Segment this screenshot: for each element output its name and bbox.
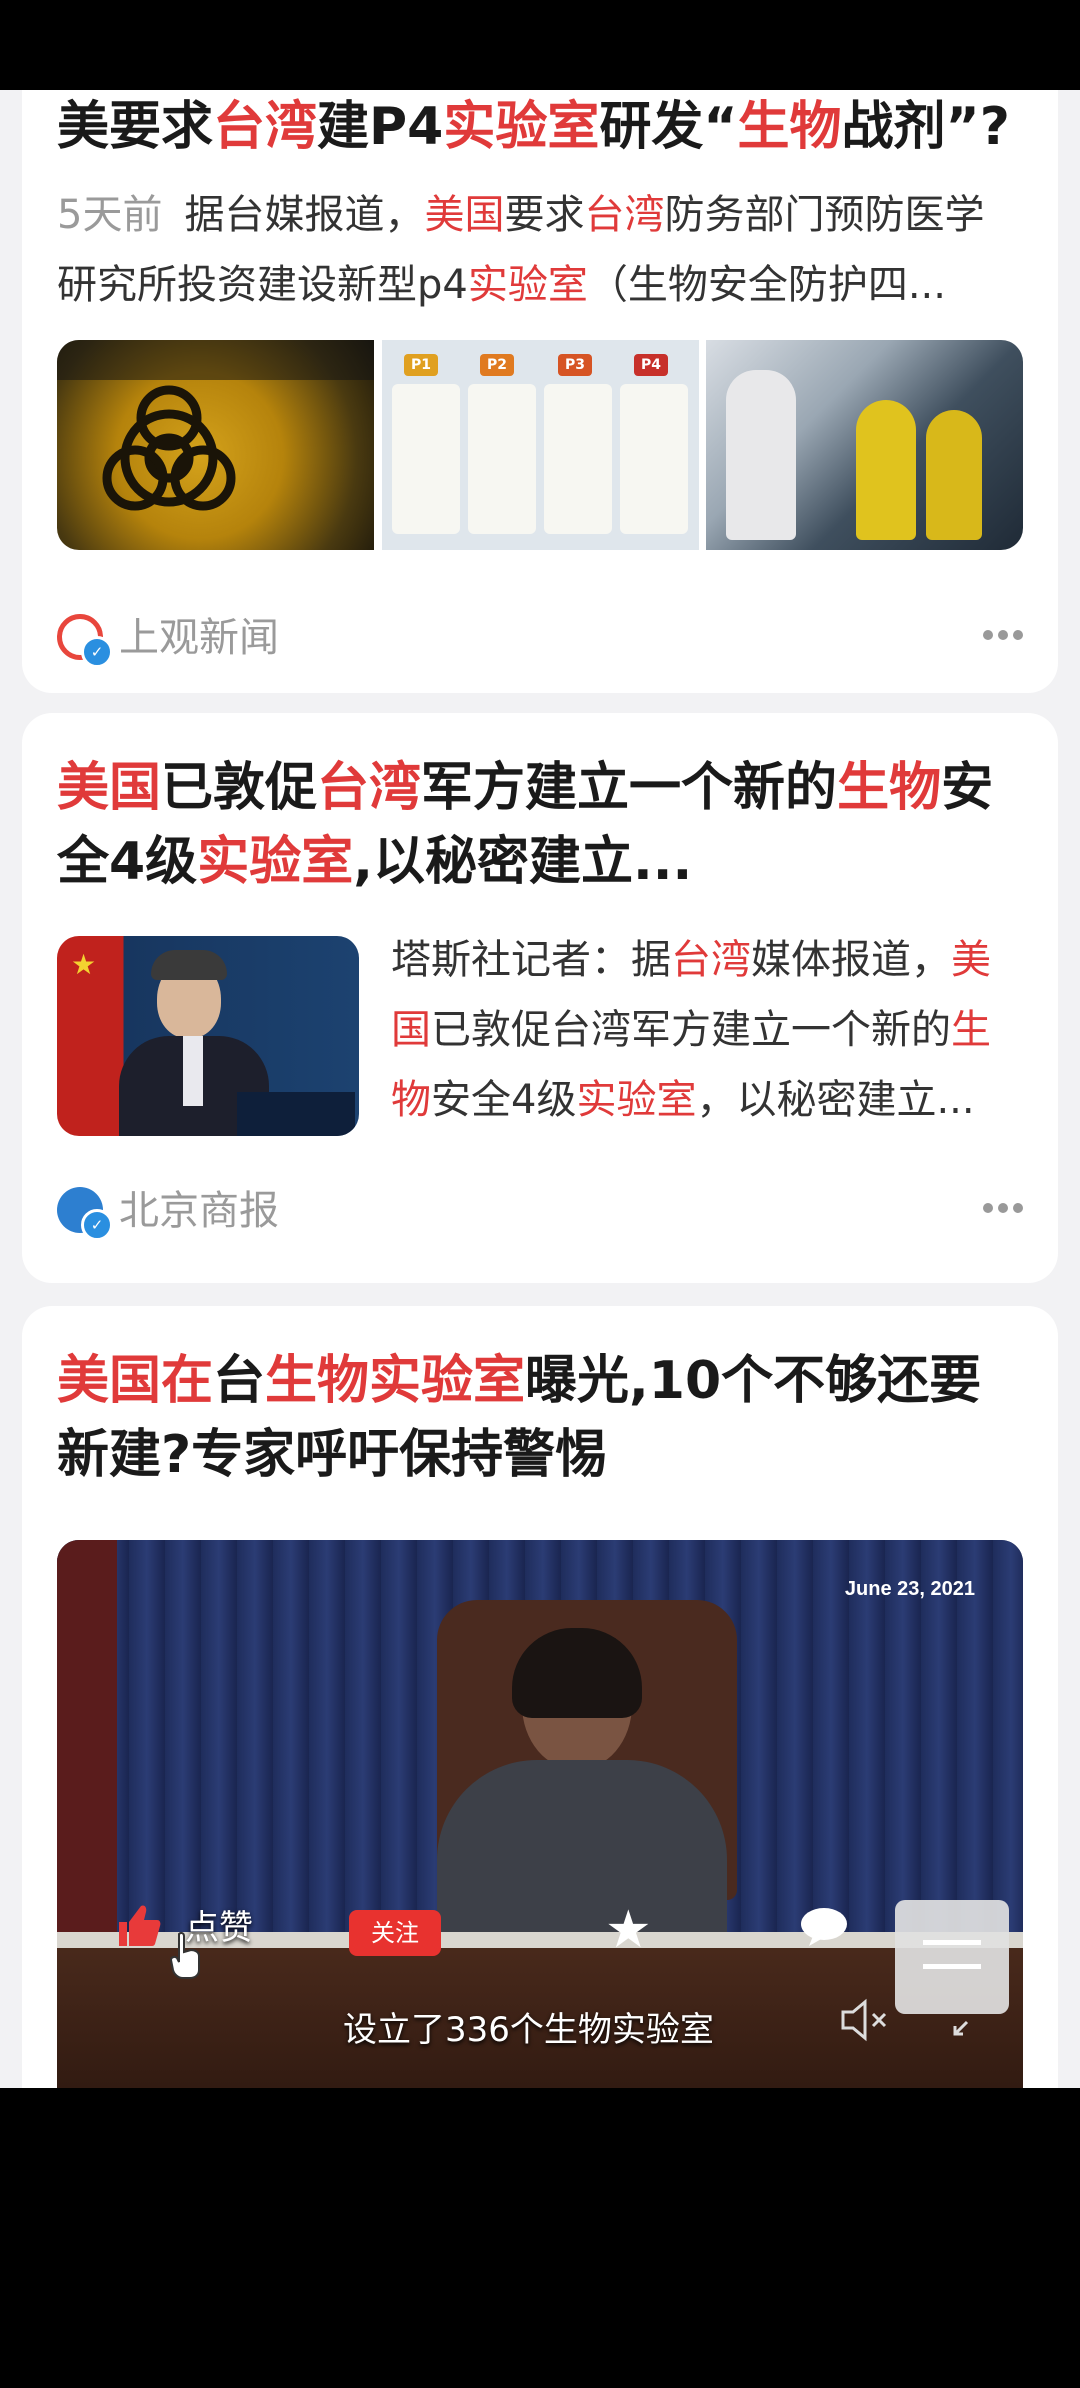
highlight-keyword: 生物实验室 [265,1351,526,1411]
menu-icon [923,1940,981,1945]
text-segment: 军方建立一个新的 [421,758,838,818]
publish-time: 5天前 [57,192,163,238]
follow-button[interactable]: 关注 [349,1910,441,1956]
card-title[interactable]: 美国已敦促台湾军方建立一个新的生物安全4级实验室,以秘密建立... [57,751,1023,899]
biohazard-icon [57,340,374,511]
highlight-keyword: 台湾 [671,937,751,983]
hazmat-workers-photo[interactable] [706,340,1023,550]
text-segment: 据台媒报道， [184,192,425,238]
level-panel [392,384,460,534]
like-icon[interactable] [113,1900,163,1950]
text-segment: ，以秘密建立... [696,1077,975,1123]
highlight-keyword: 生物 [737,97,842,157]
podium [237,1092,355,1136]
pathogen-levels-infographic[interactable]: P1 P2 P3 P4 [382,340,699,550]
text-segment: （生物安全防护四... [587,262,946,308]
video-background [57,1540,117,1960]
more-options-icon[interactable] [983,630,1023,642]
level-p4-label: P4 [634,354,668,376]
person-shirt [183,1036,203,1106]
level-p2-label: P2 [480,354,514,376]
mute-icon[interactable] [839,1998,891,2042]
news-feed[interactable]: 美要求台湾建P4实验室研发“生物战剂”? 5天前 据台媒报道，美国要求台湾防务部门… [0,90,1080,2088]
level-p3-label: P3 [558,354,592,376]
text-segment: 研发“ [599,97,738,157]
biohazard-sign-photo[interactable] [57,340,374,550]
source-name[interactable]: 上观新闻 [119,608,279,668]
text-segment: 战剂”? [841,97,1010,157]
video-player[interactable]: June 23, 2021 点赞 关注 ★ 设立了336个生物实验室 [57,1540,1023,2088]
more-options-icon[interactable] [983,1203,1023,1215]
spokesperson-photo[interactable]: ★ [57,936,359,1136]
snippet-text: 据台媒报道，美国要求台湾防务部门预防医学研究所投资建设新型p4实验室（生物安全防… [57,192,984,308]
news-card-3[interactable]: 美国在台生物实验室曝光,10个不够还要新建?专家呼吁保持警惕 June 23, … [22,1306,1058,2088]
source-row: ✓ 上观新闻 [57,608,1023,668]
hazmat-figure [926,410,982,540]
highlight-keyword: 台湾 [584,192,665,238]
highlight-keyword: 实验室 [197,832,354,892]
hazmat-figure [856,400,916,540]
text-segment: 已敦促 [161,758,318,818]
text-segment: 美要求 [57,97,214,157]
verified-icon: ✓ [81,1209,113,1241]
level-panel [544,384,612,534]
card-snippet: 5天前 据台媒报道，美国要求台湾防务部门预防医学研究所投资建设新型p4实验室（生物… [57,180,1023,320]
text-segment: 已敦促台湾军方建立一个新的 [431,1007,951,1053]
level-panel [468,384,536,534]
text-segment: 媒体报道， [751,937,951,983]
highlight-keyword: 台湾 [317,758,422,818]
video-subtitle: 设立了336个生物实验室 [343,2010,714,2050]
highlight-keyword: 台湾 [213,97,318,157]
highlight-keyword: 生物 [837,758,942,818]
bottom-bar [0,2088,1080,2388]
menu-icon [923,1964,981,1969]
source-row: ✓ 北京商报 [57,1181,1023,1241]
highlight-keyword: 美国 [424,192,505,238]
hazmat-figure [726,370,796,540]
person-hair [151,950,227,980]
favorite-star-icon[interactable]: ★ [605,1904,652,1956]
menu-button[interactable] [895,1900,1009,2014]
follow-label: 关注 [371,1919,419,1947]
hand-cursor-icon [169,1930,203,1980]
highlight-keyword: 美国 [57,758,162,818]
highlight-keyword: 美国在 [57,1351,214,1411]
video-date: June 23, 2021 [844,1578,975,1600]
fullscreen-exit-icon[interactable] [949,2018,971,2040]
person-suit [437,1760,727,1960]
text-segment: 要求 [504,192,585,238]
text-segment: ,以秘密建立... [353,832,693,892]
text-segment: 塔斯社记者：据 [391,937,671,983]
level-panel [620,384,688,534]
highlight-keyword: 实验室 [443,97,600,157]
card-title[interactable]: 美国在台生物实验室曝光,10个不够还要新建?专家呼吁保持警惕 [57,1344,1023,1492]
highlight-keyword: 实验室 [576,1077,697,1123]
news-card-1[interactable]: 美要求台湾建P4实验室研发“生物战剂”? 5天前 据台媒报道，美国要求台湾防务部门… [22,90,1058,693]
level-p1-label: P1 [404,354,438,376]
comment-icon[interactable] [799,1906,849,1948]
news-card-2[interactable]: 美国已敦促台湾军方建立一个新的生物安全4级实验室,以秘密建立... ★ 塔斯社记… [22,713,1058,1283]
verified-icon: ✓ [81,636,113,668]
flag-star-icon: ★ [71,948,97,981]
text-segment: 建P4 [317,97,444,157]
card-snippet: 塔斯社记者：据台湾媒体报道，美国已敦促台湾军方建立一个新的生物安全4级实验室，以… [391,925,1023,1135]
card-title[interactable]: 美要求台湾建P4实验室研发“生物战剂”? [57,90,1023,164]
text-segment: 台 [213,1351,266,1411]
highlight-keyword: 实验室 [467,262,588,308]
text-segment: 安全4级 [431,1077,577,1123]
source-name[interactable]: 北京商报 [119,1181,279,1241]
